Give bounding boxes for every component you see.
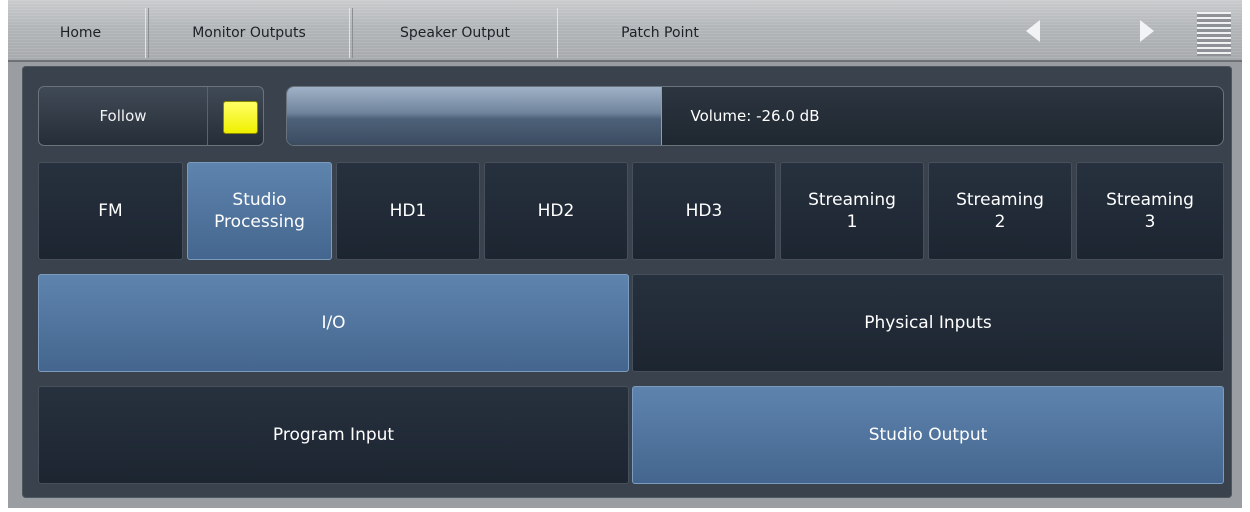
category-button-label: Physical Inputs (864, 313, 992, 333)
io-button-program-input[interactable]: Program Input (38, 386, 629, 484)
processing-button-line2: Processing (214, 212, 305, 232)
tab-patch-point[interactable]: Patch Point (560, 8, 760, 58)
hamburger-icon[interactable] (1197, 12, 1231, 56)
processing-button-line1: HD1 (389, 201, 427, 221)
follow-indicator (223, 101, 258, 134)
tab-monitor-outputs[interactable]: Monitor Outputs (148, 8, 350, 58)
processing-button-line1: Streaming (956, 190, 1044, 210)
category-button-physical-inputs[interactable]: Physical Inputs (632, 274, 1224, 372)
category-button-label: I/O (321, 313, 346, 333)
processing-button-line1: Streaming (808, 190, 896, 210)
processing-button-streaming-3[interactable]: Streaming 3 (1076, 162, 1224, 260)
processing-button-line1: Studio (232, 190, 287, 210)
right-arrow-icon[interactable] (1140, 20, 1154, 42)
processing-button-line1: Streaming (1106, 190, 1194, 210)
io-button-label: Studio Output (868, 425, 988, 445)
processing-button-line2: 3 (1144, 212, 1156, 232)
processing-button-studio-processing[interactable]: Studio Processing (187, 162, 332, 260)
app-window: Home Monitor Outputs Speaker Output Patc… (8, 0, 1242, 508)
top-tab-bar: Home Monitor Outputs Speaker Output Patc… (8, 0, 1242, 62)
category-button-io[interactable]: I/O (38, 274, 629, 372)
processing-button-line1: FM (98, 201, 123, 221)
volume-slider[interactable]: Volume: -26.0 dB (286, 86, 1224, 146)
processing-button-line1: HD2 (537, 201, 575, 221)
processing-button-fm[interactable]: FM (38, 162, 183, 260)
follow-button[interactable]: Follow (38, 86, 264, 146)
processing-button-line2: 1 (846, 212, 858, 232)
left-arrow-icon[interactable] (1026, 20, 1040, 42)
processing-button-line2: 2 (994, 212, 1006, 232)
io-button-studio-output[interactable]: Studio Output (632, 386, 1224, 484)
main-panel: Follow Volume: -26.0 dB FM Studio Process… (22, 66, 1232, 498)
io-button-label: Program Input (272, 425, 395, 445)
processing-button-streaming-1[interactable]: Streaming 1 (780, 162, 924, 260)
follow-label: Follow (99, 107, 147, 125)
tab-speaker-output[interactable]: Speaker Output (352, 8, 558, 58)
follow-divider (207, 87, 208, 145)
processing-button-hd3[interactable]: HD3 (632, 162, 776, 260)
tab-home[interactable]: Home (16, 8, 146, 58)
processing-button-streaming-2[interactable]: Streaming 2 (928, 162, 1072, 260)
processing-button-hd2[interactable]: HD2 (484, 162, 628, 260)
processing-button-line1: HD3 (685, 201, 723, 221)
processing-button-hd1[interactable]: HD1 (336, 162, 480, 260)
volume-label: Volume: -26.0 dB (690, 107, 820, 125)
